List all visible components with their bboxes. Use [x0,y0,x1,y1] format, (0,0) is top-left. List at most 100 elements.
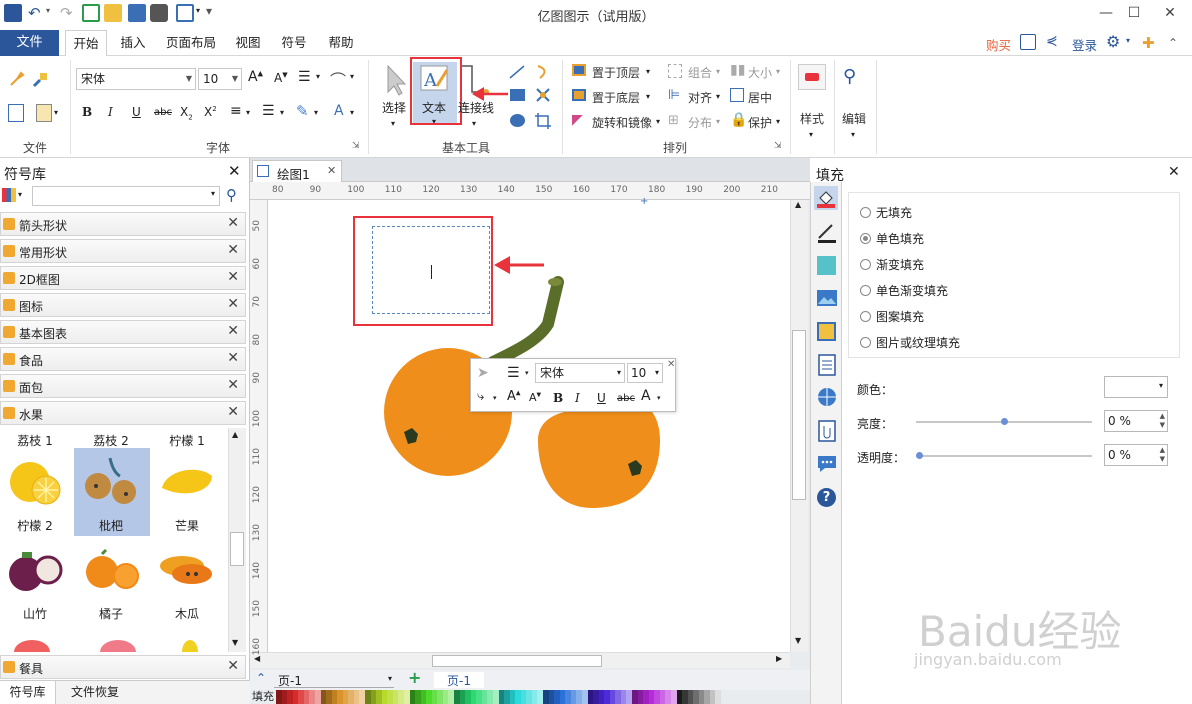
line-tool-icon[interactable] [508,64,526,80]
bring-to-front-button[interactable]: 置于顶层 [592,64,640,81]
page-selector[interactable]: 页-1 ▾ [274,672,394,688]
vertical-scrollbar-thumb[interactable] [792,330,806,500]
help-icon[interactable]: ? [817,488,836,507]
lemon-2-symbol[interactable] [6,456,64,508]
category-food[interactable]: 食品 ✕ [0,347,246,371]
increase-font-icon[interactable]: A▲ [507,389,521,404]
radio-button-selected[interactable] [860,233,871,244]
align-dropdown-icon[interactable]: ▾ [525,369,529,377]
float-italic-button[interactable]: I [575,391,580,405]
maximize-button[interactable]: ☐ [1120,2,1148,24]
style-icon[interactable] [798,64,826,90]
scroll-right-icon[interactable]: ▶ [776,654,782,663]
scroll-down-icon[interactable]: ▼ [232,638,238,647]
decrease-font-icon[interactable]: A▼ [274,71,288,85]
horizontal-scrollbar-thumb[interactable] [432,655,602,667]
tab-page-layout[interactable]: 页面布局 [160,30,222,56]
hyperlink-globe-icon[interactable] [816,386,838,408]
add-page-icon[interactable]: + [408,668,421,687]
fruit-label-papaya[interactable]: 木瓜 [152,605,222,622]
fill-option-single-gradient[interactable]: 单色渐变填充 [860,282,948,299]
fruit-label-lychee-1[interactable]: 荔枝 1 [0,432,70,449]
group-dropdown-icon[interactable]: ▾ [716,67,720,76]
category-basic-charts[interactable]: 基本图表 ✕ [0,320,246,344]
mangosteen-symbol[interactable] [6,542,64,598]
category-bread[interactable]: 面包 ✕ [0,374,246,398]
tab-symbol[interactable]: 符号 [274,30,314,56]
close-symbol-library-icon[interactable]: ✕ [228,162,241,180]
color-picker-select[interactable]: ▾ [1104,376,1168,398]
align-icon[interactable]: ☰ [507,365,520,381]
scroll-down-icon[interactable]: ▼ [795,636,801,645]
document-tab[interactable]: 绘图1 ✕ [252,160,342,182]
size-dropdown-icon[interactable]: ▾ [776,67,780,76]
scroll-up-icon[interactable]: ▲ [795,200,801,209]
close-category-icon[interactable]: ✕ [227,377,239,393]
superscript-button[interactable]: X2 [204,105,217,119]
image-panel-icon[interactable] [816,288,838,308]
style-dropdown-icon[interactable]: ▾ [809,130,813,139]
bullet-list-dropdown-icon[interactable]: ▾ [280,108,284,117]
style-button[interactable]: 样式 [800,110,824,127]
fill-option-gradient[interactable]: 渐变填充 [860,256,924,273]
library-dropdown-icon[interactable]: ▾ [18,190,22,199]
rotate-dropdown-icon[interactable]: ▾ [656,117,660,126]
float-size-select[interactable]: 10 ▾ [627,363,663,383]
send-back-dropdown-icon[interactable]: ▾ [646,92,650,101]
pointer-icon[interactable]: ➤ [477,365,489,381]
close-category-icon[interactable]: ✕ [227,215,239,231]
tab-symbol-library[interactable]: 符号库 [0,681,56,704]
layer-panel-icon[interactable] [817,322,836,341]
tangerine-symbol[interactable] [82,546,142,596]
copy-icon[interactable] [8,104,24,122]
text-box[interactable] [372,226,490,314]
float-font-color-icon[interactable]: A [641,388,651,404]
tab-view[interactable]: 视图 [228,30,268,56]
font-color-icon[interactable]: A [334,103,344,119]
page-collapse-icon[interactable]: ⌃ [256,671,266,685]
ellipse-tool-icon[interactable] [510,114,525,127]
category-common-shapes[interactable]: 常用形状 ✕ [0,239,246,263]
center-icon[interactable] [730,88,744,102]
close-window-button[interactable]: ✕ [1156,2,1184,24]
highlight-dropdown-icon[interactable]: ▾ [314,108,318,117]
binoculars-icon[interactable]: ⚲ [843,66,856,87]
vertical-scrollbar[interactable]: ▲ ▼ [790,200,808,652]
text-align-dropdown-icon[interactable]: ▾ [316,72,320,81]
category-tableware[interactable]: 餐具 ✕ [0,655,246,679]
tab-home[interactable]: 开始 [65,30,107,57]
close-document-icon[interactable]: ✕ [327,164,336,177]
scroll-left-icon[interactable]: ◀ [254,654,260,663]
library-search-input[interactable]: ▾ [32,186,220,206]
format-painter-icon[interactable] [8,70,26,88]
align-button[interactable]: 对齐 [688,89,712,106]
fill-option-picture[interactable]: 图片或纹理填充 [860,334,960,351]
radio-button[interactable] [860,285,871,296]
login-link[interactable]: 登录 [1072,35,1097,54]
theme-icon[interactable]: ✚ [1142,34,1155,52]
protect-button[interactable]: 保护 [748,114,772,131]
fill-option-solid[interactable]: 单色填充 [860,230,924,247]
distribute-dropdown-icon[interactable]: ▾ [716,117,720,126]
edit-button[interactable]: 编辑 [842,110,866,127]
close-float-toolbar-icon[interactable]: ✕ [667,359,675,370]
protect-dropdown-icon[interactable]: ▾ [776,117,780,126]
decrease-font-icon[interactable]: A▼ [529,391,541,404]
radio-button[interactable] [860,207,871,218]
fill-option-none[interactable]: 无填充 [860,204,912,221]
fruit-label-loquat[interactable]: 枇杷 [76,517,146,534]
attachment-icon[interactable] [817,420,837,442]
file-menu[interactable]: 文件 [0,30,59,56]
search-icon[interactable]: ⚲ [226,186,237,204]
arrange-dialog-launcher-icon[interactable]: ⇲ [774,141,782,151]
close-category-icon[interactable]: ✕ [227,269,239,285]
tab-insert[interactable]: 插入 [113,30,153,56]
maximize-view-icon[interactable] [1020,34,1036,50]
papaya-symbol[interactable] [158,550,216,590]
line-spacing-icon[interactable]: ≡ [230,103,242,119]
category-icons[interactable]: 图标 ✕ [0,293,246,317]
text-align-icon[interactable]: ☰ [298,69,311,85]
close-category-icon[interactable]: ✕ [227,242,239,258]
scrollbar-thumb[interactable] [230,532,244,566]
buy-link[interactable]: 购买 [986,35,1011,54]
